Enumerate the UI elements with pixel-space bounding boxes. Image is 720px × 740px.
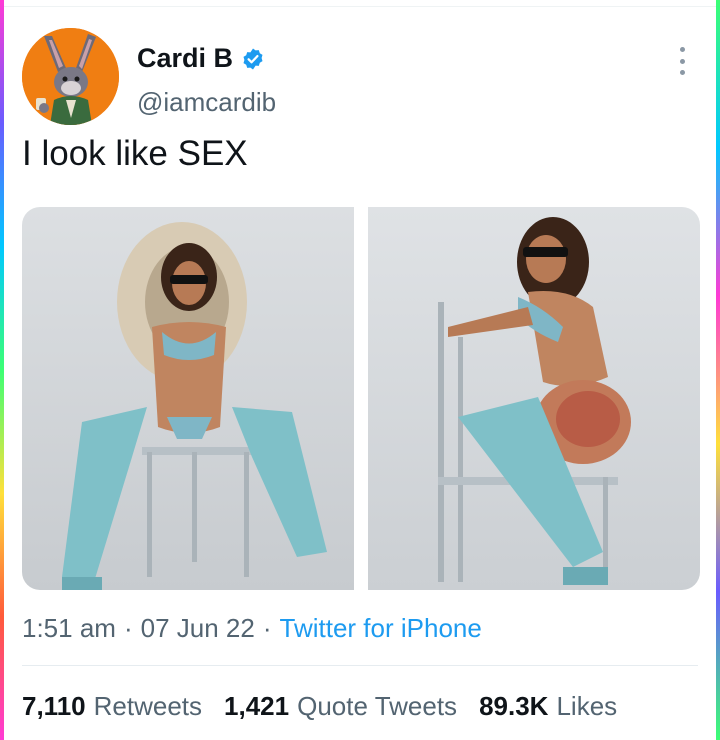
retweets-label: Retweets [93, 691, 203, 721]
avatar[interactable] [22, 28, 119, 125]
author-handle[interactable]: @iamcardib [137, 87, 276, 118]
likes-stat[interactable]: 89.3K Likes [479, 691, 617, 722]
media-photo-2[interactable] [368, 207, 700, 590]
retweets-count: 7,110 [22, 691, 86, 721]
likes-label: Likes [556, 691, 618, 721]
tweet-source-link[interactable]: Twitter for iPhone [280, 613, 482, 644]
tweet-stats: 7,110 Retweets 1,421 Quote Tweets 89.3K … [22, 691, 617, 722]
tweet-time[interactable]: 1:51 am [22, 613, 116, 644]
tweet-meta: 1:51 am · 07 Jun 22 · Twitter for iPhone [22, 613, 482, 644]
retweets-stat[interactable]: 7,110 Retweets [22, 691, 202, 722]
tweet-text: I look like SEX [22, 134, 248, 173]
meta-separator: · [123, 613, 133, 643]
quote-tweets-label: Quote Tweets [297, 691, 458, 721]
author-name-row: Cardi B [137, 43, 265, 74]
tweet-card: Cardi B @iamcardib I look like SEX 1:51 … [4, 7, 716, 740]
quote-tweets-stat[interactable]: 1,421 Quote Tweets [224, 691, 457, 722]
more-options-icon[interactable] [676, 47, 688, 75]
bunny-avatar-icon [22, 28, 119, 125]
media-grid [22, 207, 700, 590]
photo-placeholder-2 [368, 207, 700, 590]
media-photo-1[interactable] [22, 207, 354, 590]
author-display-name[interactable]: Cardi B [137, 43, 233, 74]
more-dot-icon [679, 47, 685, 52]
likes-count: 89.3K [479, 691, 549, 721]
verified-badge-icon [241, 47, 265, 71]
quote-tweets-count: 1,421 [224, 691, 290, 721]
meta-separator: · [262, 613, 272, 643]
photo-placeholder-1 [22, 207, 354, 590]
stats-divider [22, 665, 698, 666]
more-dot-icon [679, 58, 685, 64]
tweet-date[interactable]: 07 Jun 22 [141, 613, 255, 644]
frame-edge-right [716, 0, 720, 740]
more-dot-icon [679, 70, 685, 75]
